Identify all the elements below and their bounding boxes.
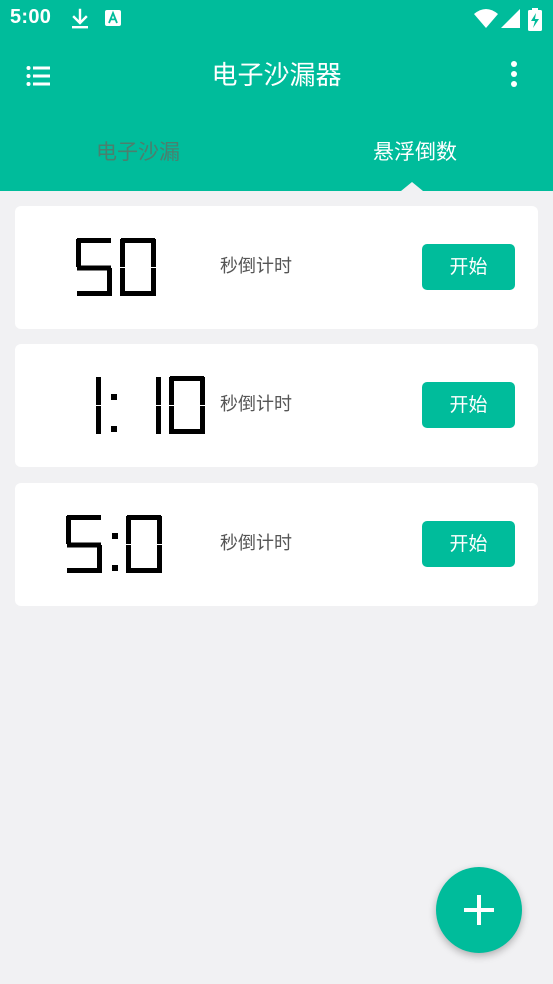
start-button[interactable]: 开始 bbox=[422, 521, 515, 567]
digit-segment bbox=[170, 429, 204, 434]
app-bar: 电子沙漏器 bbox=[0, 38, 553, 114]
digit-segment bbox=[170, 376, 204, 381]
tab-electronic-hourglass[interactable]: 电子沙漏 bbox=[0, 114, 276, 191]
digit-segment bbox=[121, 291, 155, 296]
digit-segment bbox=[121, 238, 155, 243]
app-header: 5:00 电子沙漏器 电子沙漏 悬浮倒数 bbox=[0, 0, 553, 191]
digit-segment bbox=[157, 516, 162, 544]
digit-segment bbox=[66, 516, 71, 544]
seven-segment-display bbox=[96, 376, 205, 434]
digit-segment bbox=[77, 265, 111, 271]
timer-card[interactable]: 秒倒计时 开始 bbox=[15, 206, 538, 329]
digit-segment bbox=[156, 377, 161, 405]
plus-icon bbox=[464, 895, 494, 925]
colon-dot bbox=[112, 565, 118, 571]
timer-label: 秒倒计时 bbox=[220, 256, 292, 277]
start-button[interactable]: 开始 bbox=[422, 244, 515, 290]
digit-segment bbox=[96, 377, 101, 405]
seven-segment-display bbox=[66, 515, 162, 573]
colon-dot bbox=[111, 426, 117, 432]
timer-display bbox=[15, 366, 220, 446]
tab-bar: 电子沙漏 悬浮倒数 bbox=[0, 114, 553, 191]
digit-segment bbox=[120, 239, 125, 267]
status-time: 5:00 bbox=[10, 6, 52, 28]
digit-segment bbox=[96, 406, 101, 434]
wifi-icon bbox=[473, 8, 499, 34]
digit-segment bbox=[127, 568, 161, 573]
digit-segment bbox=[126, 516, 131, 544]
digit-segment bbox=[156, 406, 161, 434]
signal-icon bbox=[500, 8, 522, 34]
timer-label: 秒倒计时 bbox=[220, 533, 292, 554]
timer-display bbox=[15, 228, 220, 308]
a-badge-icon bbox=[104, 8, 122, 32]
timer-display bbox=[15, 505, 220, 585]
digit-segment bbox=[200, 377, 205, 405]
status-bar: 5:00 bbox=[0, 0, 553, 38]
tab-floating-countdown[interactable]: 悬浮倒数 bbox=[277, 114, 553, 191]
digit-segment bbox=[127, 515, 161, 520]
digit-segment bbox=[126, 545, 131, 573]
digit-segment bbox=[169, 406, 174, 434]
digit-segment bbox=[169, 377, 174, 405]
digit-segment bbox=[76, 239, 81, 267]
tab-selected-indicator bbox=[401, 182, 423, 191]
digit-segment bbox=[120, 268, 125, 296]
digit-segment bbox=[77, 291, 111, 296]
digit-segment bbox=[77, 238, 111, 243]
digit-segment bbox=[67, 515, 101, 520]
app-title: 电子沙漏器 bbox=[211, 61, 342, 91]
battery-charging-icon bbox=[528, 8, 542, 36]
seven-segment-display bbox=[76, 238, 156, 296]
timer-card[interactable]: 秒倒计时 开始 bbox=[15, 483, 538, 606]
digit-segment bbox=[151, 239, 156, 267]
digit-segment bbox=[67, 542, 101, 548]
more-options-button[interactable] bbox=[500, 58, 528, 94]
download-icon bbox=[70, 8, 90, 34]
colon-dot bbox=[112, 533, 118, 539]
timer-card[interactable]: 秒倒计时 开始 bbox=[15, 344, 538, 467]
colon-dot bbox=[111, 394, 117, 400]
start-button[interactable]: 开始 bbox=[422, 382, 515, 428]
digit-segment bbox=[67, 568, 101, 573]
more-vert-icon bbox=[511, 61, 517, 87]
timer-label: 秒倒计时 bbox=[220, 394, 292, 415]
add-timer-button[interactable] bbox=[436, 867, 522, 953]
